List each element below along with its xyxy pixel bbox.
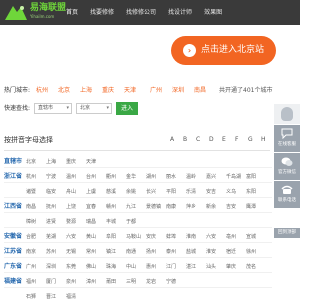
- letter-link[interactable]: A: [170, 134, 174, 146]
- logo-text[interactable]: 易海联盟: [30, 3, 66, 13]
- phone-label: 联系电话: [278, 198, 296, 203]
- letter-link[interactable]: C: [196, 134, 200, 146]
- logo-icon[interactable]: [3, 3, 29, 22]
- row-divider: [4, 212, 272, 213]
- row-divider: [4, 227, 272, 228]
- phone-button[interactable]: 联系电话: [274, 181, 300, 208]
- letter-link[interactable]: E: [222, 134, 226, 146]
- hot-city-link[interactable]: 杭州: [36, 85, 48, 97]
- nav-find-company[interactable]: 找修修公司: [126, 0, 156, 25]
- province-row: 福建省 福州 厦门 泉州 漳州 莆田 三明 龙岩 宁德: [4, 276, 272, 288]
- hot-city-link[interactable]: 上海: [80, 85, 92, 97]
- province-row: 石狮 晋江 福清: [4, 291, 272, 300]
- province-row: 诸暨 临安 舟山 上虞 慈溪 余姚 长兴 平阳 乐清 安吉 义乌 东阳: [4, 186, 272, 198]
- nav-gallery[interactable]: 效果图: [204, 0, 222, 25]
- page: 易海联盟 Yihailm.com 首页 找要修修 找修修公司 找设计师 效果图 …: [0, 0, 300, 300]
- floating-sidebar: 在线客服 官方微信 联系电话 回到顶部: [274, 104, 300, 238]
- enter-city-button[interactable]: › 点击进入北京站: [171, 36, 276, 65]
- wechat-icon: [281, 157, 293, 166]
- row-divider: [4, 182, 272, 183]
- chat-bubble-icon: [281, 128, 293, 139]
- hot-city-link[interactable]: 南昌: [194, 85, 206, 97]
- online-service-label: 在线客服: [278, 142, 296, 147]
- hot-cities-label: 热门城市:: [4, 87, 31, 94]
- province-row: 直辖市 北京 上海 重庆 天津: [4, 156, 272, 168]
- province-select[interactable]: 直辖市: [34, 103, 72, 114]
- qq-icon: [281, 107, 293, 121]
- city-link[interactable]: 石狮: [26, 291, 36, 300]
- enter-city-label: 点击进入北京站: [200, 45, 264, 55]
- pinyin-row: 按拼音字母选择 A B C D E F G H: [4, 134, 272, 146]
- row-divider: [4, 287, 272, 288]
- letter-link[interactable]: G: [248, 134, 253, 146]
- row-divider: [4, 272, 272, 273]
- province-row: 安徽省 合肥 芜湖 六安 黄山 阜阳 马鞍山 安庆 蚌埠 淮南 六安 亳州 宣城: [4, 231, 272, 243]
- back-to-top-button[interactable]: 回到顶部: [274, 228, 300, 238]
- row-divider: [4, 167, 272, 168]
- hot-city-link[interactable]: 北京: [58, 85, 70, 97]
- row-divider: [4, 257, 272, 258]
- nav-find-designer[interactable]: 找设计师: [168, 0, 192, 25]
- hot-cities-row: 热门城市: 杭州 北京 上海 重庆 天津 广州 深圳 南昌 共开通了401个城市: [4, 85, 274, 97]
- city-select[interactable]: 北京: [76, 103, 112, 114]
- row-divider: [4, 197, 272, 198]
- wechat-label: 官方微信: [278, 170, 296, 175]
- row-divider: [4, 242, 272, 243]
- nav-home[interactable]: 首页: [66, 0, 78, 25]
- province-row: 江苏省 南京 苏州 无锡 常州 镇江 南通 扬州 泰州 盐城 淮安 宿迁 徐州: [4, 246, 272, 258]
- province-row: 江西省 南昌 抚州 上饶 宜春 赣州 九江 景德镇 南康 萍乡 新余 吉安 鹰潭: [4, 201, 272, 213]
- go-button[interactable]: 进入: [116, 102, 138, 115]
- city-count-text: 共开通了401个城市: [219, 87, 273, 94]
- letter-link[interactable]: B: [183, 134, 187, 146]
- hot-city-link[interactable]: 重庆: [102, 85, 114, 97]
- quick-search-label: 快速查找:: [4, 105, 31, 112]
- city-link[interactable]: 福清: [66, 291, 76, 300]
- province-row: 广东省 广州 深圳 东莞 佛山 珠海 中山 惠州 江门 湛江 汕头 肇庆 茂名: [4, 261, 272, 273]
- wechat-button[interactable]: 官方微信: [274, 153, 300, 180]
- city-link[interactable]: 晋江: [46, 291, 56, 300]
- logo-subtitle: Yihailm.com: [30, 14, 55, 19]
- online-service-button[interactable]: 在线客服: [274, 125, 300, 152]
- qq-button[interactable]: [274, 104, 300, 124]
- top-nav-bar: 易海联盟 Yihailm.com 首页 找要修修 找修修公司 找设计师 效果图: [0, 0, 300, 25]
- arrow-right-icon: ›: [182, 44, 196, 57]
- hot-city-link[interactable]: 广州: [150, 85, 162, 97]
- province-row: 樟树 进贤 婺源 瑞昌 丰城 于都: [4, 216, 272, 228]
- main-nav: 首页 找要修修 找修修公司 找设计师 效果图: [66, 0, 234, 25]
- letter-link[interactable]: D: [209, 134, 214, 146]
- letter-link[interactable]: H: [261, 134, 266, 146]
- hot-city-link[interactable]: 深圳: [172, 85, 184, 97]
- divider: [4, 150, 270, 151]
- province-row: 浙江省 杭州 宁波 温州 台州 衢州 金华 湖州 丽水 温岭 嘉兴 千岛湖 富阳: [4, 171, 272, 183]
- phone-icon: [281, 185, 293, 194]
- pinyin-title: 按拼音字母选择: [4, 136, 53, 144]
- nav-find-renovation[interactable]: 找要修修: [90, 0, 114, 25]
- letter-link[interactable]: F: [235, 134, 238, 146]
- hot-city-link[interactable]: 天津: [124, 85, 136, 97]
